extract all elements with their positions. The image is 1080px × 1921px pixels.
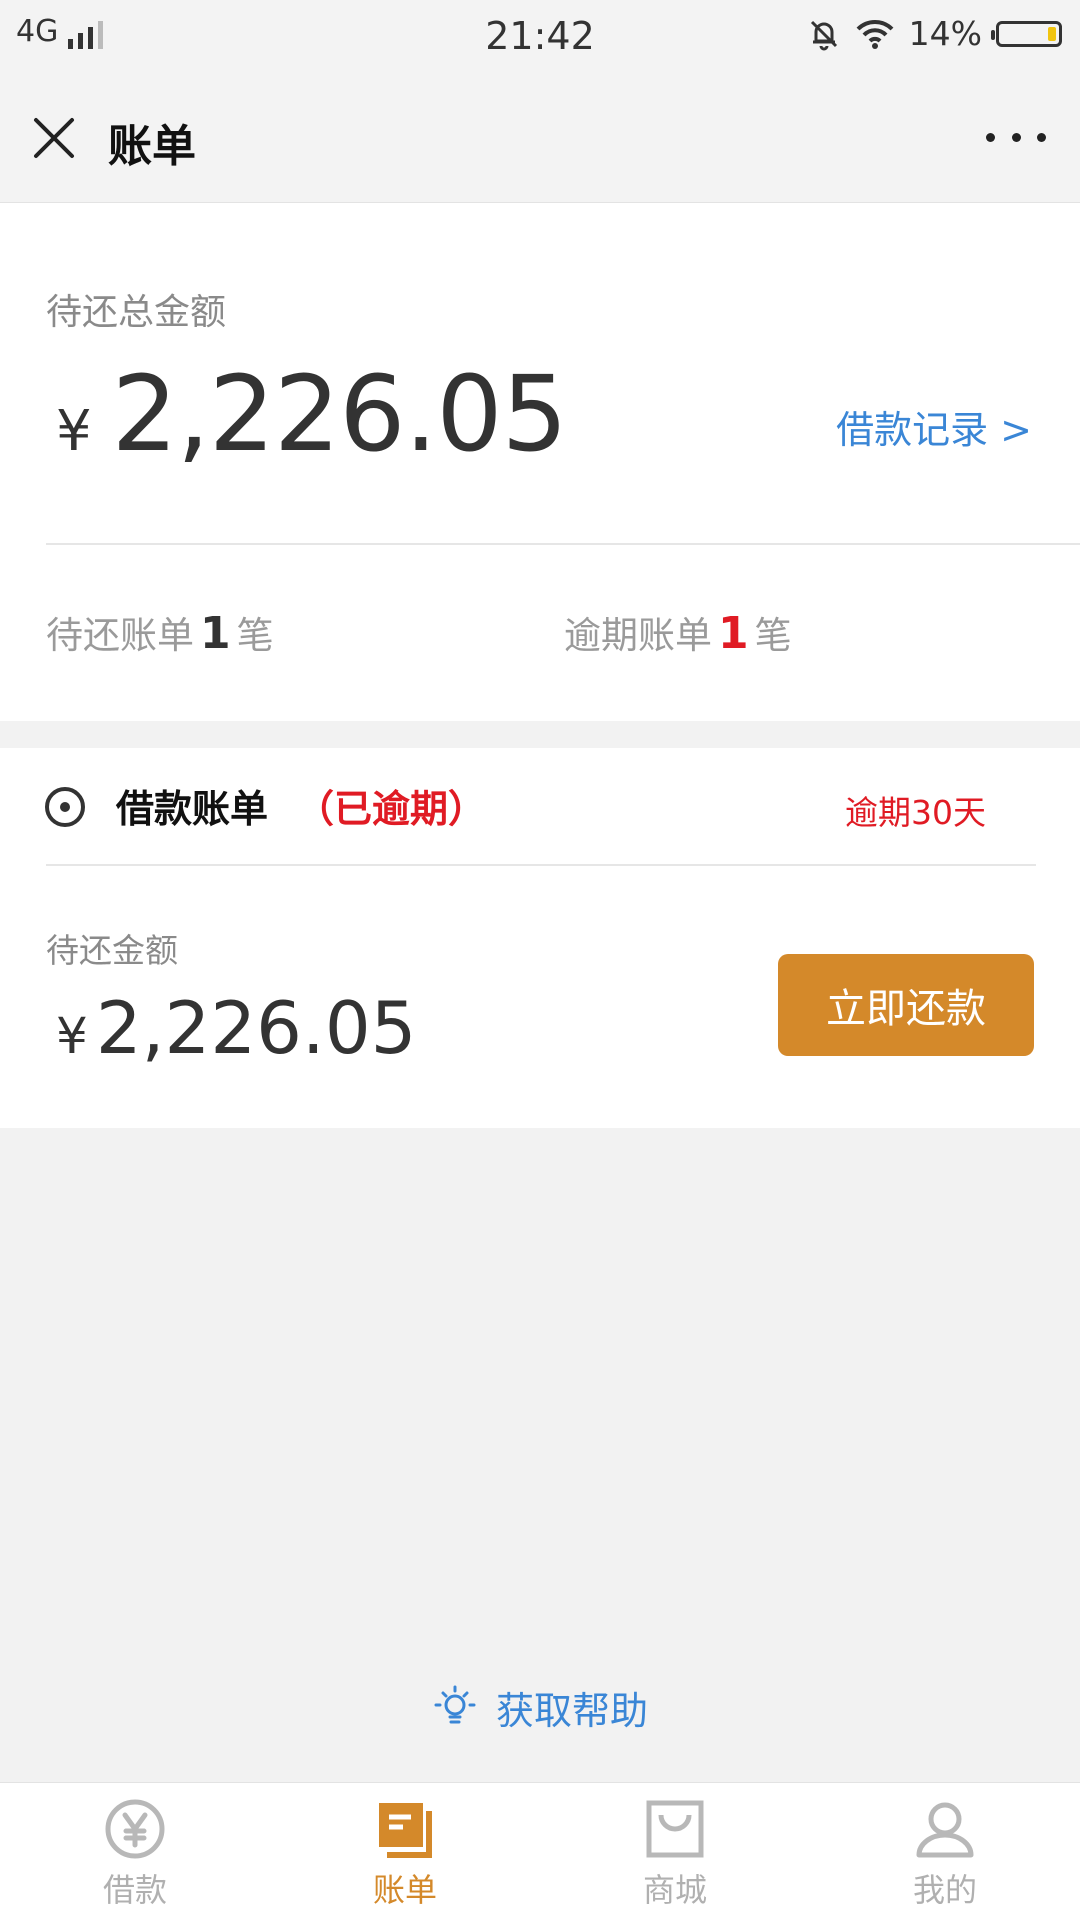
total-due-label: 待还总金额 xyxy=(46,292,227,333)
battery-percent: 14% xyxy=(908,14,982,53)
status-bar: 4G 21:42 14% xyxy=(0,0,1080,74)
get-help-link[interactable]: 获取帮助 xyxy=(0,1680,1080,1735)
bill-icon xyxy=(379,1803,432,1858)
lightbulb-icon xyxy=(434,1685,476,1723)
bill-due-label: 待还金额 xyxy=(46,931,178,970)
loan-bill-card[interactable]: 借款账单 （已逾期） 逾期30天 待还金额 ¥ 2,226.05 立即还款 xyxy=(0,748,1080,1128)
target-circle-icon xyxy=(45,787,85,827)
total-due-amount: ¥ 2,226.05 xyxy=(56,353,568,475)
dot-icon xyxy=(986,132,995,142)
more-options-button[interactable] xyxy=(986,122,1046,152)
divider xyxy=(46,864,1036,866)
nav-item-bill[interactable]: 账单 xyxy=(270,1783,540,1921)
pending-bills-count: 待还账单 1 笔 xyxy=(46,608,274,659)
nav-label-mall: 商城 xyxy=(642,1871,707,1909)
nav-item-loan[interactable]: 借款 xyxy=(0,1783,270,1921)
overdue-days: 逾期30天 xyxy=(845,793,986,832)
currency-symbol: ¥ xyxy=(56,399,92,464)
mute-bell-icon xyxy=(810,20,837,50)
bottom-nav: 借款 账单 商城 我的 xyxy=(0,1782,1080,1921)
nav-item-mall[interactable]: 商城 xyxy=(540,1783,810,1921)
pending-count-number: 1 xyxy=(200,608,231,659)
loan-records-link[interactable]: 借款记录 > xyxy=(836,399,1032,454)
bill-due-amount: ¥ 2,226.05 xyxy=(56,986,416,1070)
get-help-label: 获取帮助 xyxy=(495,1689,648,1733)
shopping-bag-icon xyxy=(646,1800,704,1858)
divider xyxy=(46,543,1080,545)
close-icon[interactable] xyxy=(30,114,78,162)
dot-icon xyxy=(1011,132,1021,142)
overdue-status-badge: （已逾期） xyxy=(296,787,487,831)
nav-item-mine[interactable]: 我的 xyxy=(810,1783,1080,1921)
user-icon xyxy=(916,1802,974,1858)
battery-icon xyxy=(991,20,1062,47)
yen-coin-icon xyxy=(105,1799,165,1859)
top-bar: 账单 xyxy=(0,74,1080,203)
overdue-count-number: 1 xyxy=(718,608,749,659)
total-due-card: 待还总金额 ¥ 2,226.05 借款记录 > 待还账单 1 笔 逾期账单 1 … xyxy=(0,203,1080,721)
currency-symbol: ¥ xyxy=(56,1007,88,1065)
bill-title: 借款账单 xyxy=(116,787,269,831)
dot-icon xyxy=(1037,132,1046,142)
nav-label-bill: 账单 xyxy=(372,1871,437,1909)
overdue-bills-count: 逾期账单 1 笔 xyxy=(564,608,792,659)
repay-now-button[interactable]: 立即还款 xyxy=(778,954,1034,1056)
total-due-value: 2,226.05 xyxy=(111,353,568,475)
nav-label-mine: 我的 xyxy=(912,1871,977,1909)
nav-label-loan: 借款 xyxy=(102,1871,167,1909)
page-title: 账单 xyxy=(108,121,196,172)
wifi-icon xyxy=(856,19,894,49)
bill-due-value: 2,226.05 xyxy=(95,986,417,1070)
